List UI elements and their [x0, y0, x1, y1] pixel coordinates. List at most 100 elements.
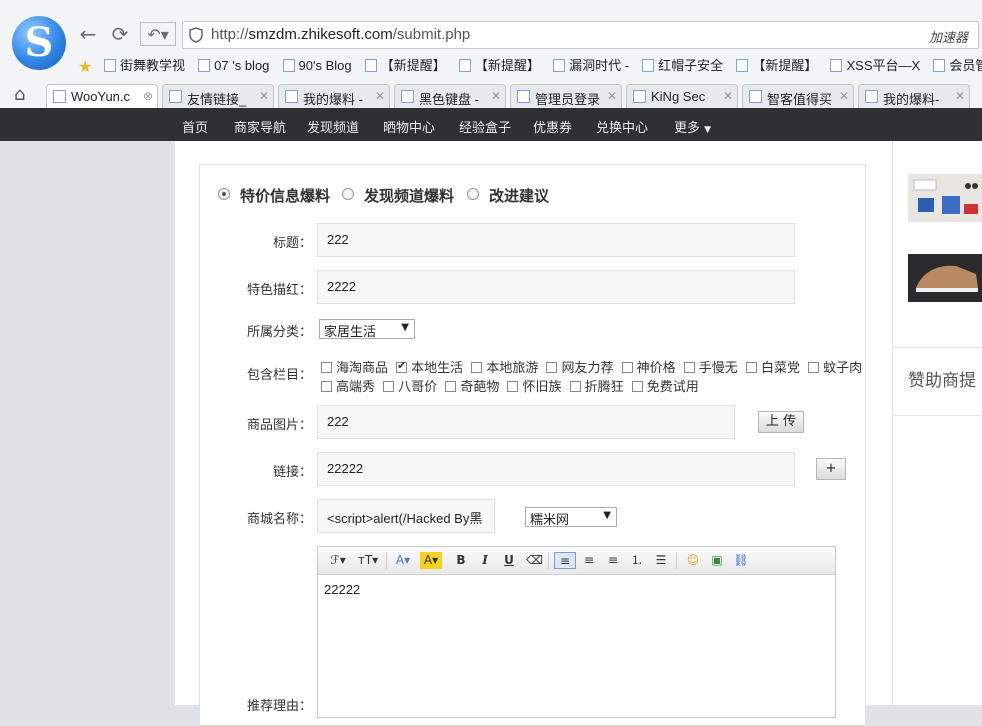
browser-tab[interactable]: 我的爆料 - ✕ — [278, 84, 390, 108]
bookmark-item[interactable]: 漏洞时代 - — [553, 55, 629, 77]
column-checkbox[interactable]: 本地生活 — [396, 359, 463, 376]
nav-exchange[interactable]: 兑换中心 — [596, 117, 648, 136]
column-checkbox[interactable]: 八哥价 — [383, 380, 437, 395]
shield-icon — [189, 27, 203, 43]
italic-icon[interactable]: I — [478, 552, 492, 569]
bold-icon[interactable]: B — [454, 552, 468, 569]
nav-merchants[interactable]: 商家导航 — [234, 117, 286, 136]
back-icon[interactable]: ← — [76, 22, 100, 46]
highlight-label: 特色描红： — [246, 283, 312, 298]
close-icon[interactable]: ⊗ — [143, 89, 153, 103]
bookmark-item[interactable]: 【新提醒】 — [364, 55, 446, 77]
home-icon[interactable]: ⌂ — [14, 84, 25, 105]
unordered-list-icon[interactable]: ☰ — [652, 552, 670, 569]
columns-label: 包含栏目： — [246, 368, 312, 383]
nav-home[interactable]: 首页 — [182, 117, 208, 136]
column-checkbox[interactable]: 本地旅游 — [471, 361, 538, 376]
column-checkbox[interactable]: 白菜党 — [745, 361, 800, 376]
title-label: 标题： — [272, 236, 312, 251]
column-checkbox[interactable]: 高端秀 — [321, 380, 375, 395]
close-icon[interactable]: ✕ — [607, 89, 617, 103]
browser-tab[interactable]: 智客值得买 ✕ — [742, 84, 854, 108]
highlight-input[interactable]: 2222 — [317, 270, 795, 304]
close-icon[interactable]: ✕ — [375, 89, 385, 103]
editor-content[interactable]: 22222 — [324, 582, 360, 597]
eraser-icon[interactable]: ⌫ — [526, 552, 543, 569]
star-icon[interactable]: ★ — [78, 57, 92, 76]
nav-showcase[interactable]: 晒物中心 — [383, 117, 435, 136]
column-checkbox[interactable]: 怀旧族 — [507, 380, 561, 395]
column-checkbox[interactable]: 折腾狂 — [569, 380, 624, 395]
bookmark-item[interactable]: 会员管理 — [933, 55, 982, 77]
add-link-button[interactable]: + — [816, 458, 846, 480]
mall-select[interactable]: 糯米网 ▼ — [525, 507, 617, 528]
bookmark-item[interactable]: 【新提醒】 — [736, 55, 817, 77]
browser-tab[interactable]: 黑色键盘 - ✕ — [394, 84, 506, 108]
column-checkbox[interactable]: 海淘商品 — [321, 361, 388, 376]
highlight-color-icon[interactable]: A▾ — [420, 552, 442, 569]
browser-tab[interactable]: 管理员登录 ✕ — [510, 84, 622, 108]
favicon-icon — [401, 90, 414, 103]
close-icon[interactable]: ✕ — [839, 89, 849, 103]
chevron-down-icon: ▼ — [401, 322, 409, 333]
browser-tab[interactable]: KiNg Sec ✕ — [626, 84, 738, 108]
close-icon[interactable]: ✕ — [259, 89, 269, 103]
type-label-deal: 特价信息爆料 — [240, 187, 331, 205]
column-checkbox[interactable]: 手慢无 — [683, 361, 738, 376]
columns-row-2: 高端秀 八哥价 奇葩物 怀旧族 折腾狂 免费试用 — [321, 376, 703, 395]
title-input[interactable]: 222 — [317, 223, 795, 257]
nav-discover[interactable]: 发现频道 — [307, 117, 359, 136]
accelerator-label[interactable]: 加速器 — [929, 27, 968, 46]
upload-button[interactable]: 上 传 — [758, 411, 804, 433]
image-input[interactable]: 222 — [317, 405, 735, 439]
bookmarks-bar: 街舞教学视 07 's blog 90's Blog 【新提醒】 【新提醒】 漏… — [104, 55, 982, 77]
close-icon[interactable]: ✕ — [955, 89, 965, 103]
nav-coupons[interactable]: 优惠券 — [533, 117, 572, 136]
link-input[interactable]: 22222 — [317, 452, 795, 486]
column-checkbox[interactable]: 网友力荐 — [546, 361, 613, 376]
category-select[interactable]: 家居生活 ▼ — [319, 319, 415, 340]
type-label-discover: 发现频道爆料 — [364, 187, 455, 205]
align-right-icon[interactable]: ≡ — [604, 552, 622, 569]
undo-icon[interactable]: ↶▾ — [140, 22, 176, 46]
bookmark-item[interactable]: 【新提醒】 — [458, 55, 540, 77]
font-family-icon[interactable]: ℱ▾ — [326, 552, 350, 569]
bookmark-item[interactable]: 街舞教学视 — [104, 55, 185, 77]
type-radio-suggest[interactable] — [467, 188, 479, 200]
type-radio-discover[interactable] — [342, 188, 354, 200]
address-bar[interactable]: http://smzdm.zhikesoft.com/submit.php 加速… — [182, 21, 979, 49]
product-thumbnail[interactable] — [908, 174, 982, 222]
column-checkbox[interactable]: 神价格 — [621, 361, 676, 376]
nav-experience[interactable]: 经验盒子 — [459, 117, 511, 136]
bookmark-item[interactable]: 红帽子安全 — [642, 55, 723, 77]
browser-tab[interactable]: 友情链接_ ✕ — [162, 84, 274, 108]
browser-tab[interactable]: 我的爆料- ✕ — [858, 84, 970, 108]
browser-tab[interactable]: WooYun.c ⊗ — [46, 84, 158, 108]
favicon-icon — [53, 90, 66, 103]
column-checkbox[interactable]: 蚊子肉 — [808, 361, 862, 376]
bookmark-item[interactable]: 07 's blog — [198, 55, 269, 77]
chevron-down-icon: ▼ — [603, 510, 611, 521]
refresh-icon[interactable]: ⟳ — [108, 22, 132, 46]
underline-icon[interactable]: U — [502, 552, 516, 569]
close-icon[interactable]: ✕ — [491, 89, 501, 103]
bookmark-item[interactable]: XSS平台—X — [830, 55, 920, 77]
close-icon[interactable]: ✕ — [723, 89, 733, 103]
column-checkbox[interactable]: 奇葩物 — [445, 380, 499, 395]
align-center-icon[interactable]: ≡ — [580, 552, 598, 569]
category-label: 所属分类： — [246, 325, 312, 340]
link-icon[interactable]: ⛓ — [732, 552, 750, 569]
image-insert-icon[interactable]: ▣ — [708, 552, 726, 569]
product-thumbnail[interactable] — [908, 254, 982, 302]
emoji-icon[interactable]: ☺ — [684, 552, 702, 569]
column-checkbox[interactable]: 免费试用 — [631, 380, 699, 395]
font-size-icon[interactable]: ᴛT▾ — [356, 552, 380, 569]
type-radio-deal[interactable] — [218, 188, 230, 200]
link-label: 链接： — [272, 465, 312, 480]
nav-more[interactable]: 更多 ▼ — [674, 117, 711, 136]
bookmark-item[interactable]: 90's Blog — [282, 55, 352, 77]
mall-input[interactable]: <script>alert(/Hacked By黑 — [317, 499, 495, 533]
ordered-list-icon[interactable]: ⒈ — [628, 552, 646, 569]
font-color-icon[interactable]: A▾ — [392, 552, 414, 569]
align-left-icon[interactable]: ≡ — [554, 552, 576, 569]
